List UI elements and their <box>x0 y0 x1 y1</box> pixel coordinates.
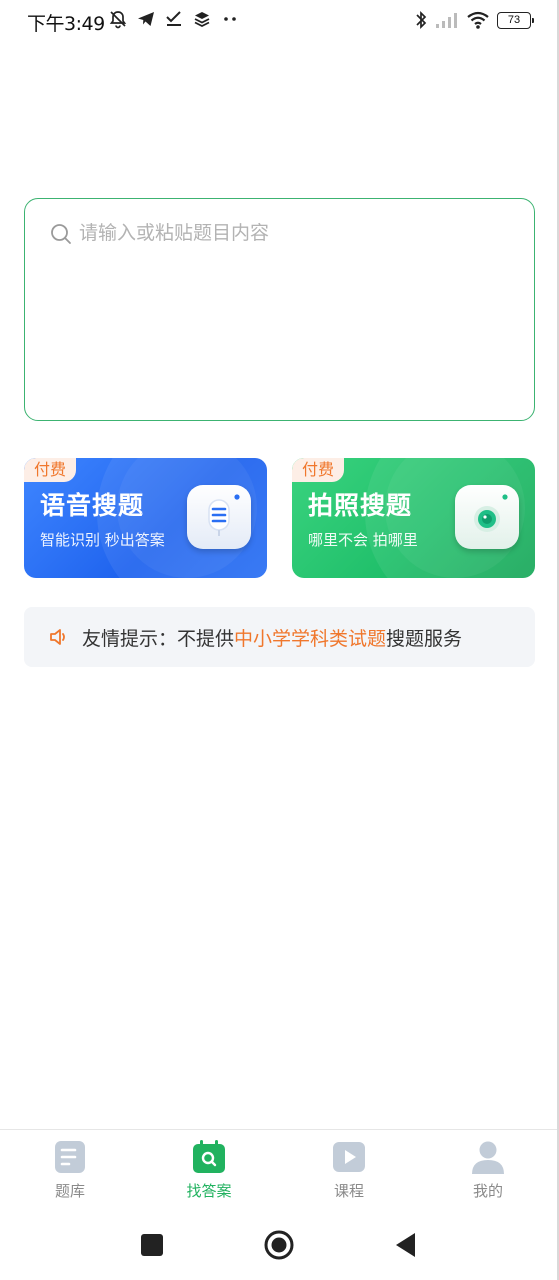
tab-question-bank[interactable]: 题库 <box>25 1140 115 1202</box>
home-button[interactable] <box>264 1230 294 1260</box>
speaker-icon <box>50 629 65 645</box>
bottom-tab-bar: 题库 找答案 课程 我的 <box>0 1129 557 1209</box>
status-time: 下午3:49 <box>27 13 105 35</box>
card-subtitle: 哪里不会 拍哪里 <box>308 531 418 549</box>
notice-highlight: 中小学学科类试题 <box>234 628 387 650</box>
status-notification-icons <box>108 9 240 29</box>
signal-icon <box>436 13 457 28</box>
more-dots-icon <box>224 17 236 21</box>
battery-indicator: 73 <box>497 11 534 29</box>
tab-find-answer[interactable]: 找答案 <box>164 1140 254 1202</box>
telegram-icon <box>138 12 154 26</box>
card-subtitle: 智能识别 秒出答案 <box>40 531 165 549</box>
card-title: 拍照搜题 <box>308 491 413 520</box>
notice-banner: 友情提示：不提供中小学学科类试题搜题服务 <box>24 607 535 667</box>
notice-text: 友情提示：不提供中小学学科类试题搜题服务 <box>82 624 462 651</box>
status-bar: 下午3:49 73 <box>0 0 559 44</box>
tab-label: 题库 <box>54 1182 85 1200</box>
tab-profile[interactable]: 我的 <box>443 1140 533 1202</box>
bluetooth-icon <box>416 10 427 30</box>
tab-courses[interactable]: 课程 <box>304 1140 394 1202</box>
recent-apps-button[interactable] <box>137 1230 167 1260</box>
tab-label: 我的 <box>472 1182 503 1200</box>
photo-search-card[interactable]: 付费 拍照搜题 哪里不会 拍哪里 <box>292 458 535 578</box>
bell-off-icon <box>109 11 127 29</box>
check-list-icon <box>166 11 181 26</box>
search-input[interactable] <box>79 217 509 249</box>
calendar-search-icon <box>193 1140 225 1173</box>
back-button[interactable] <box>391 1230 421 1260</box>
voice-search-card[interactable]: 付费 语音搜题 智能识别 秒出答案 <box>24 458 267 578</box>
paid-badge: 付费 <box>24 458 77 482</box>
document-icon <box>55 1141 85 1173</box>
tab-label: 课程 <box>333 1182 364 1200</box>
paid-badge: 付费 <box>292 458 345 482</box>
layers-icon <box>194 12 210 28</box>
camera-icon <box>455 485 519 549</box>
microphone-icon <box>187 485 251 549</box>
tab-label: 找答案 <box>186 1182 232 1200</box>
play-icon <box>333 1142 365 1172</box>
user-icon <box>472 1141 504 1174</box>
status-system-icons: 73 <box>414 10 534 30</box>
card-title: 语音搜题 <box>40 491 145 520</box>
notice-prefix: 友情提示：不提供 <box>82 628 235 650</box>
system-navigation-bar <box>0 1210 557 1280</box>
notice-suffix: 搜题服务 <box>386 628 463 650</box>
search-icon <box>51 224 71 244</box>
wifi-icon <box>467 11 489 29</box>
question-search-box[interactable] <box>24 198 535 421</box>
